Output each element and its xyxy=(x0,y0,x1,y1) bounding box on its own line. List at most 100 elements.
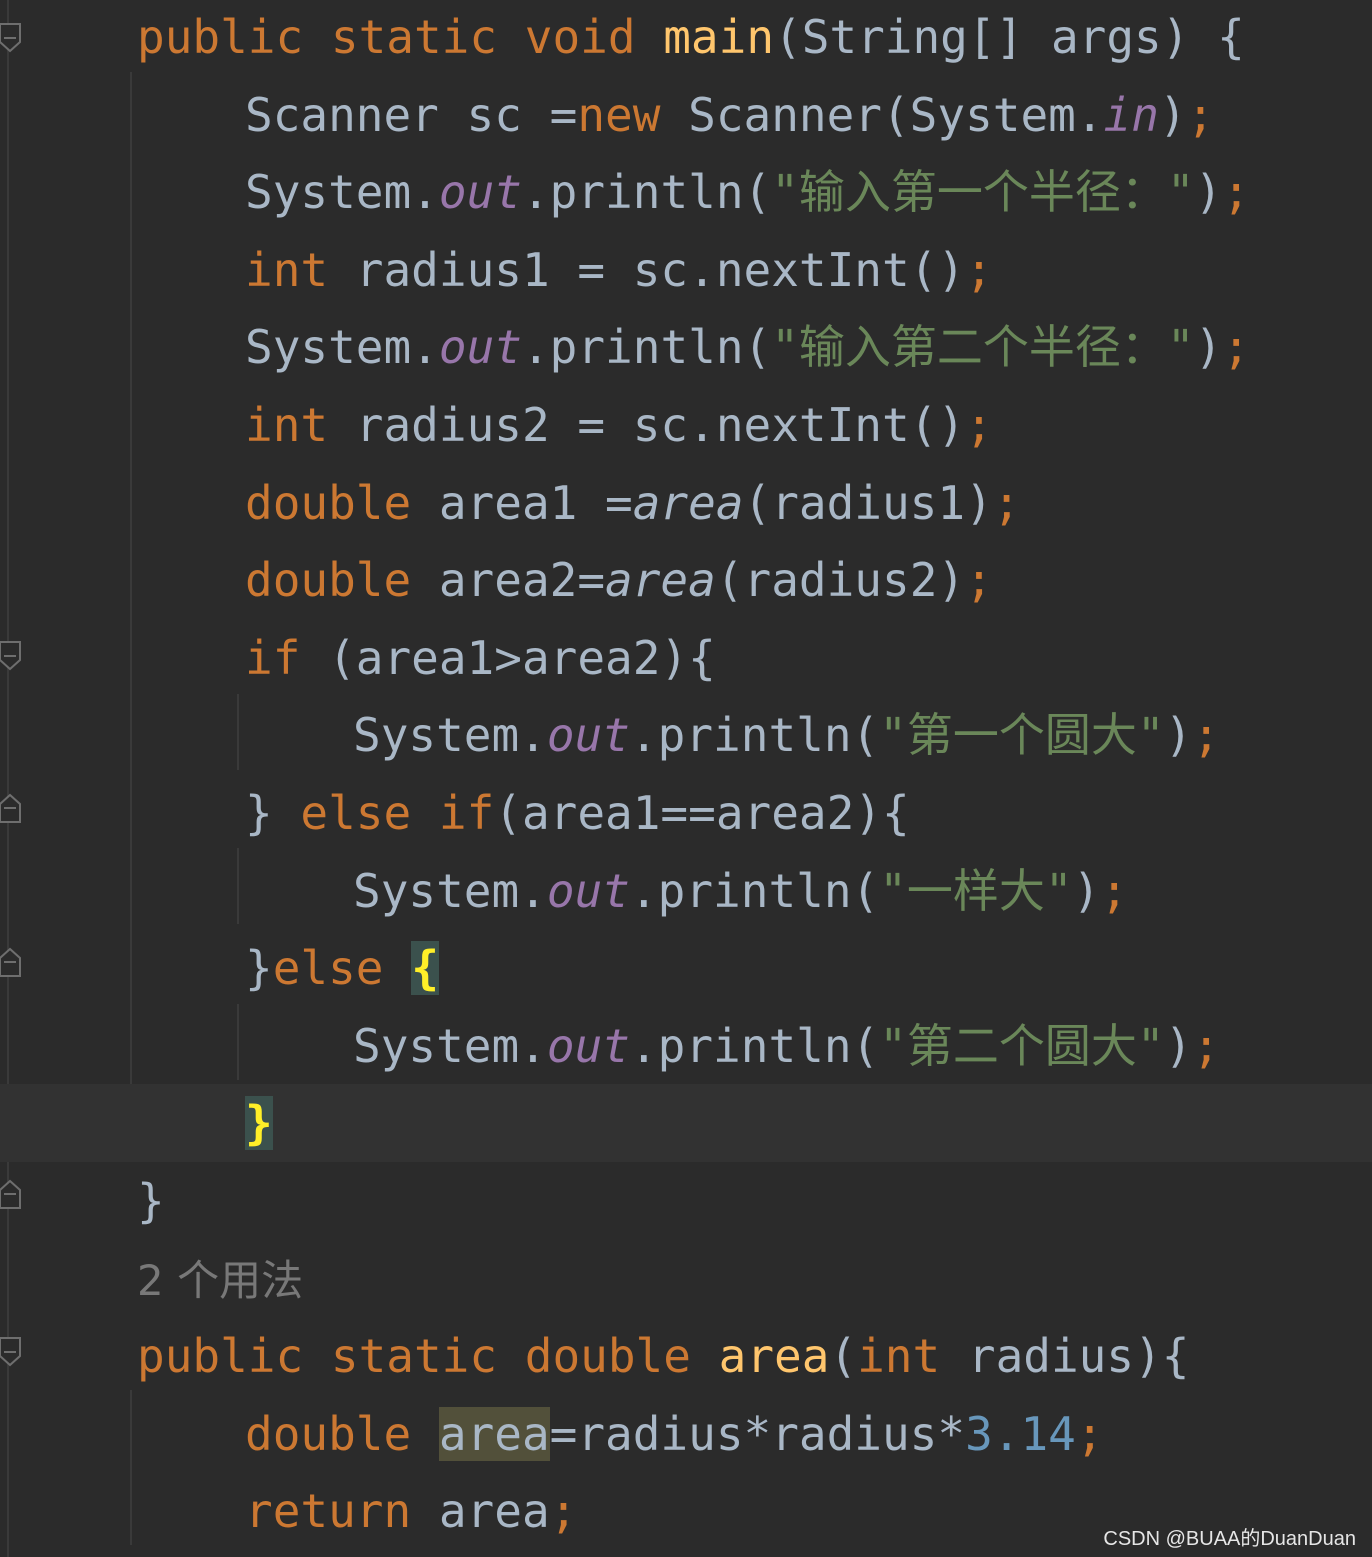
code-token: Scanner sc = xyxy=(245,87,578,142)
code-line[interactable]: double area=radius*radius*3.14; xyxy=(0,1395,1372,1473)
code-token: "第一个圆大" xyxy=(879,708,1165,763)
code-token: int xyxy=(857,1329,941,1384)
code-token: ; xyxy=(1222,165,1251,220)
code-token: out xyxy=(438,165,522,220)
code-token: double xyxy=(245,553,412,608)
code-token: ; xyxy=(965,398,993,452)
code-line[interactable]: System.out.println("一样大"); xyxy=(0,852,1372,930)
code-token: ; xyxy=(1186,87,1215,142)
code-line[interactable]: if (area1>area2){ xyxy=(0,619,1372,697)
code-line[interactable]: public static void main(String[] args) { xyxy=(0,0,1372,76)
code-line[interactable]: int radius1 = sc.nextInt(); xyxy=(0,231,1372,309)
code-token: void xyxy=(524,10,636,64)
code-token: double xyxy=(524,1329,691,1384)
code-token: public xyxy=(137,10,304,64)
code-line[interactable]: double area1 =area(radius1); xyxy=(0,464,1372,542)
code-line[interactable]: System.out.println("输入第一个半径："); xyxy=(0,153,1372,231)
code-token: ) xyxy=(1158,87,1187,142)
code-token: System. xyxy=(245,165,439,220)
code-token: =radius*radius* xyxy=(549,1406,966,1461)
code-line[interactable]: } xyxy=(0,1162,1372,1240)
code-token: ) xyxy=(1194,320,1223,375)
code-text: double area1 =area(radius1); xyxy=(245,464,1020,542)
code-token: double xyxy=(245,1406,412,1461)
code-line[interactable]: System.out.println("第二个圆大"); xyxy=(0,1007,1372,1085)
code-token: Scanner(System. xyxy=(660,87,1104,142)
code-text: public static double area(int radius){ xyxy=(137,1317,1189,1395)
code-token: ; xyxy=(965,553,993,608)
code-token: .println( xyxy=(629,1018,880,1073)
code-line[interactable]: }else { xyxy=(0,929,1372,1007)
code-token: ; xyxy=(549,1484,578,1539)
code-token: ; xyxy=(1100,863,1129,918)
code-line[interactable]: int radius2 = sc.nextInt(); xyxy=(0,386,1372,464)
code-token: System. xyxy=(245,320,439,375)
code-token: area xyxy=(438,1406,550,1461)
code-token: in xyxy=(1103,87,1159,142)
code-text: } else if(area1==area2){ xyxy=(245,774,910,852)
code-token: int xyxy=(245,242,329,297)
code-text: return area; xyxy=(245,1472,577,1550)
code-text: }else { xyxy=(245,929,439,1007)
code-line[interactable]: } else if(area1==area2){ xyxy=(0,774,1372,852)
code-token: ; xyxy=(1075,1406,1104,1461)
code-token: public xyxy=(137,1329,304,1384)
code-token: static xyxy=(330,10,498,64)
code-token: static xyxy=(330,1329,498,1384)
code-token: out xyxy=(438,320,522,375)
code-token: ( xyxy=(829,1329,858,1384)
code-text: } xyxy=(137,1162,165,1240)
code-text: System.out.println("第一个圆大"); xyxy=(353,696,1220,774)
code-token: (area1==area2){ xyxy=(494,786,910,840)
code-token: radius2 = sc.nextInt() xyxy=(328,398,966,452)
code-token: ) xyxy=(1164,1018,1193,1073)
code-line[interactable]: double area2=area(radius2); xyxy=(0,541,1372,619)
code-text: int radius2 = sc.nextInt(); xyxy=(245,386,993,464)
code-token: (radius2) xyxy=(715,553,966,608)
code-text: System.out.println("一样大"); xyxy=(353,852,1128,930)
code-token: area1 = xyxy=(411,475,633,530)
code-token: } xyxy=(245,786,301,840)
code-token: "输入第二个半径：" xyxy=(771,320,1195,375)
code-token: ; xyxy=(992,475,1021,530)
code-token: { xyxy=(411,941,439,996)
code-line[interactable]: System.out.println("输入第二个半径："); xyxy=(0,308,1372,386)
code-line[interactable]: public static double area(int radius){ xyxy=(0,1317,1372,1395)
code-token: ; xyxy=(1222,320,1251,375)
code-token: double xyxy=(245,475,412,530)
code-token: radius1 = sc.nextInt() xyxy=(328,242,966,297)
code-token: area xyxy=(718,1329,830,1384)
code-token: else xyxy=(272,941,384,996)
code-line[interactable]: } xyxy=(0,1084,1372,1163)
code-token: } xyxy=(245,1096,273,1151)
code-token: return xyxy=(245,1484,412,1539)
code-line[interactable]: System.out.println("第一个圆大"); xyxy=(0,696,1372,774)
code-token: else xyxy=(300,786,412,840)
code-token: main xyxy=(663,10,775,64)
code-text: Scanner sc =new Scanner(System.in); xyxy=(245,76,1214,154)
code-token: } xyxy=(137,1174,165,1228)
code-token: out xyxy=(546,863,630,918)
code-line[interactable]: Scanner sc =new Scanner(System.in); xyxy=(0,76,1372,154)
code-text: double area=radius*radius*3.14; xyxy=(245,1395,1104,1473)
code-token: area2= xyxy=(411,553,606,608)
usage-hint[interactable]: 2 个用法 xyxy=(137,1256,303,1305)
code-token: .println( xyxy=(629,863,880,918)
code-token: "一样大" xyxy=(879,863,1073,918)
code-token: ) xyxy=(1194,165,1223,220)
code-token: System. xyxy=(353,863,547,918)
code-token: "输入第一个半径：" xyxy=(771,165,1195,220)
code-token: if xyxy=(245,630,301,685)
code-text: int radius1 = sc.nextInt(); xyxy=(245,231,993,309)
code-token: System. xyxy=(353,1018,547,1073)
code-line[interactable]: 2 个用法 xyxy=(0,1240,1372,1318)
code-token: .println( xyxy=(521,165,772,220)
code-token: area xyxy=(632,475,744,530)
code-token: ) xyxy=(1072,863,1101,918)
code-text: System.out.println("第二个圆大"); xyxy=(353,1007,1220,1085)
